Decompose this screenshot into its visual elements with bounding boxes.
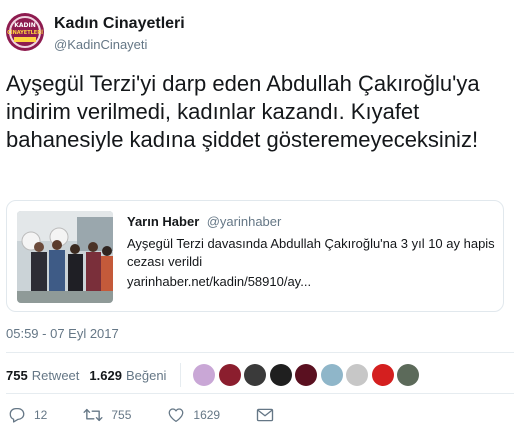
liker-avatar[interactable] bbox=[371, 364, 394, 386]
avatar-banner bbox=[14, 37, 36, 42]
tweet-header: KADIN CİNAYETLERİ Kadın Cinayetleri @Kad… bbox=[6, 9, 185, 59]
tweet-actions: 12 755 1629 bbox=[8, 404, 310, 426]
tweet-timestamp[interactable]: 05:59 - 07 Eyl 2017 bbox=[6, 326, 119, 341]
account-names: Kadın Cinayetleri @KadinCinayeti bbox=[54, 15, 185, 54]
reply-count: 12 bbox=[34, 408, 48, 422]
quoted-tweet-card[interactable]: Yarın Haber @yarinhaber Ayşegül Terzi da… bbox=[6, 200, 504, 312]
tweet-text: Ayşegül Terzi'yi darp eden Abdullah Çakı… bbox=[6, 71, 480, 152]
like-action-count: 1629 bbox=[193, 408, 221, 422]
liker-avatar[interactable] bbox=[244, 364, 267, 386]
liker-avatar[interactable] bbox=[346, 364, 369, 386]
retweet-action-count: 755 bbox=[111, 408, 132, 422]
quoted-display-name[interactable]: Yarın Haber bbox=[127, 214, 199, 229]
avatar-text-top: KADIN bbox=[14, 22, 36, 29]
reply-icon bbox=[9, 407, 25, 423]
quoted-tweet-body: Yarın Haber @yarinhaber Ayşegül Terzi da… bbox=[127, 213, 497, 291]
retweet-count[interactable]: 755 bbox=[6, 368, 28, 383]
retweet-button[interactable]: 755 bbox=[83, 406, 131, 424]
retweet-label[interactable]: Retweet bbox=[32, 368, 80, 383]
tweet-card: KADIN CİNAYETLERİ Kadın Cinayetleri @Kad… bbox=[0, 0, 520, 443]
quoted-tweet-header: Yarın Haber @yarinhaber bbox=[127, 213, 497, 231]
display-name[interactable]: Kadın Cinayetleri bbox=[54, 15, 185, 33]
liker-avatar[interactable] bbox=[397, 364, 420, 386]
liker-avatar[interactable] bbox=[295, 364, 318, 386]
stats-separator bbox=[180, 363, 182, 387]
liker-avatars bbox=[193, 364, 423, 386]
account-handle[interactable]: @KadinCinayeti bbox=[54, 36, 185, 54]
like-count[interactable]: 1.629 bbox=[89, 368, 122, 383]
like-label[interactable]: Beğeni bbox=[126, 368, 166, 383]
quoted-handle[interactable]: @yarinhaber bbox=[207, 214, 282, 229]
liker-avatar[interactable] bbox=[218, 364, 241, 386]
reply-button[interactable]: 12 bbox=[8, 406, 47, 424]
quoted-tweet-text: Ayşegül Terzi davasında Abdullah Çakıroğ… bbox=[127, 236, 495, 269]
liker-avatar[interactable] bbox=[320, 364, 343, 386]
divider bbox=[6, 393, 514, 394]
like-button[interactable]: 1629 bbox=[167, 406, 220, 424]
photo-thumbnail bbox=[17, 211, 113, 303]
avatar-text-mid: CİNAYETLERİ bbox=[7, 30, 43, 36]
quoted-tweet-image bbox=[17, 211, 113, 303]
retweet-icon bbox=[83, 408, 103, 422]
liker-avatar[interactable] bbox=[269, 364, 292, 386]
quoted-tweet-link[interactable]: yarinhaber.net/kadin/58910/ay... bbox=[127, 273, 497, 291]
direct-message-button[interactable] bbox=[256, 407, 274, 423]
liker-avatar[interactable] bbox=[193, 364, 216, 386]
divider bbox=[6, 352, 514, 353]
heart-icon bbox=[169, 408, 184, 423]
avatar[interactable]: KADIN CİNAYETLERİ bbox=[6, 13, 44, 51]
tweet-stats: 755 Retweet 1.629 Beğeni bbox=[6, 362, 423, 388]
envelope-icon bbox=[256, 408, 274, 422]
